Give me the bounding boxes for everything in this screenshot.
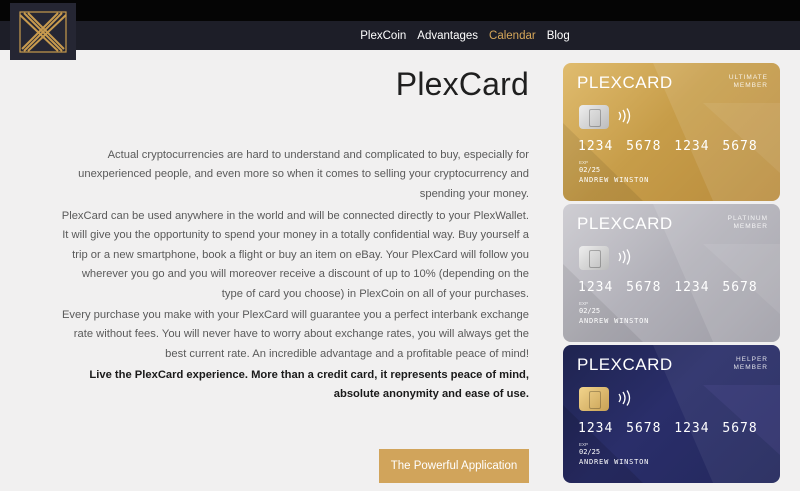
contactless-icon bbox=[618, 390, 631, 406]
chip-icon bbox=[579, 105, 609, 129]
usage-paragraph: PlexCard can be used anywhere in the wor… bbox=[61, 210, 529, 300]
card-exp: 02/25 bbox=[579, 448, 601, 456]
card-exp-label: EXP bbox=[579, 160, 589, 165]
intro-paragraph: Actual cryptocurrencies are hard to unde… bbox=[78, 149, 529, 200]
card-tier-line1: HELPER bbox=[735, 356, 768, 363]
platinum-card: PLEXCARD PLATINUM MEMBER 1234 5678 1234 … bbox=[563, 204, 780, 342]
powerful-application-button[interactable]: The Powerful Application bbox=[379, 449, 529, 483]
card-holder: ANDREW WINSTON bbox=[579, 458, 650, 466]
card-tier-line2: MEMBER bbox=[733, 223, 768, 230]
card-tier: HELPER MEMBER bbox=[733, 356, 768, 372]
card-exp-label: EXP bbox=[579, 301, 589, 306]
card-exp-label: EXP bbox=[579, 442, 589, 447]
card-tier-line2: MEMBER bbox=[733, 364, 768, 371]
card-brand: PLEXCARD bbox=[577, 214, 673, 233]
nav-link-advantages[interactable]: Advantages bbox=[417, 30, 478, 42]
contactless-icon bbox=[618, 249, 631, 265]
helper-card: PLEXCARD HELPER MEMBER 1234 5678 1234 56… bbox=[563, 345, 780, 483]
card-number: 1234 5678 1234 5678 bbox=[578, 421, 758, 436]
card-tier: PLATINUM MEMBER bbox=[728, 215, 768, 231]
exchange-paragraph: Every purchase you make with your PlexCa… bbox=[61, 309, 529, 360]
card-exp: 02/25 bbox=[579, 307, 601, 315]
top-bar bbox=[0, 0, 800, 21]
page-title: PlexCard bbox=[395, 66, 529, 102]
card-exp: 02/25 bbox=[579, 166, 601, 174]
contactless-icon bbox=[618, 108, 631, 124]
card-tier-line1: PLATINUM bbox=[727, 215, 768, 222]
ultimate-card: PLEXCARD ULTIMATE MEMBER 1234 5678 1234 … bbox=[563, 63, 780, 201]
nav-link-blog[interactable]: Blog bbox=[547, 30, 570, 42]
nav-link-plexcoin[interactable]: PlexCoin bbox=[360, 30, 406, 42]
chip-icon bbox=[579, 387, 609, 411]
highlight-paragraph: Live the PlexCard experience. More than … bbox=[89, 369, 529, 400]
card-number: 1234 5678 1234 5678 bbox=[578, 139, 758, 154]
main-nav: PlexCoin Advantages Calendar Blog bbox=[0, 21, 800, 50]
card-brand: PLEXCARD bbox=[577, 73, 673, 92]
card-holder: ANDREW WINSTON bbox=[579, 176, 650, 184]
card-tier-line2: MEMBER bbox=[733, 82, 768, 89]
card-holder: ANDREW WINSTON bbox=[579, 317, 650, 325]
card-tier: ULTIMATE MEMBER bbox=[729, 74, 768, 90]
card-brand: PLEXCARD bbox=[577, 355, 673, 374]
card-number: 1234 5678 1234 5678 bbox=[578, 280, 758, 295]
nav-link-calendar[interactable]: Calendar bbox=[489, 30, 536, 42]
card-tier-line1: ULTIMATE bbox=[728, 74, 768, 81]
chip-icon bbox=[579, 246, 609, 270]
